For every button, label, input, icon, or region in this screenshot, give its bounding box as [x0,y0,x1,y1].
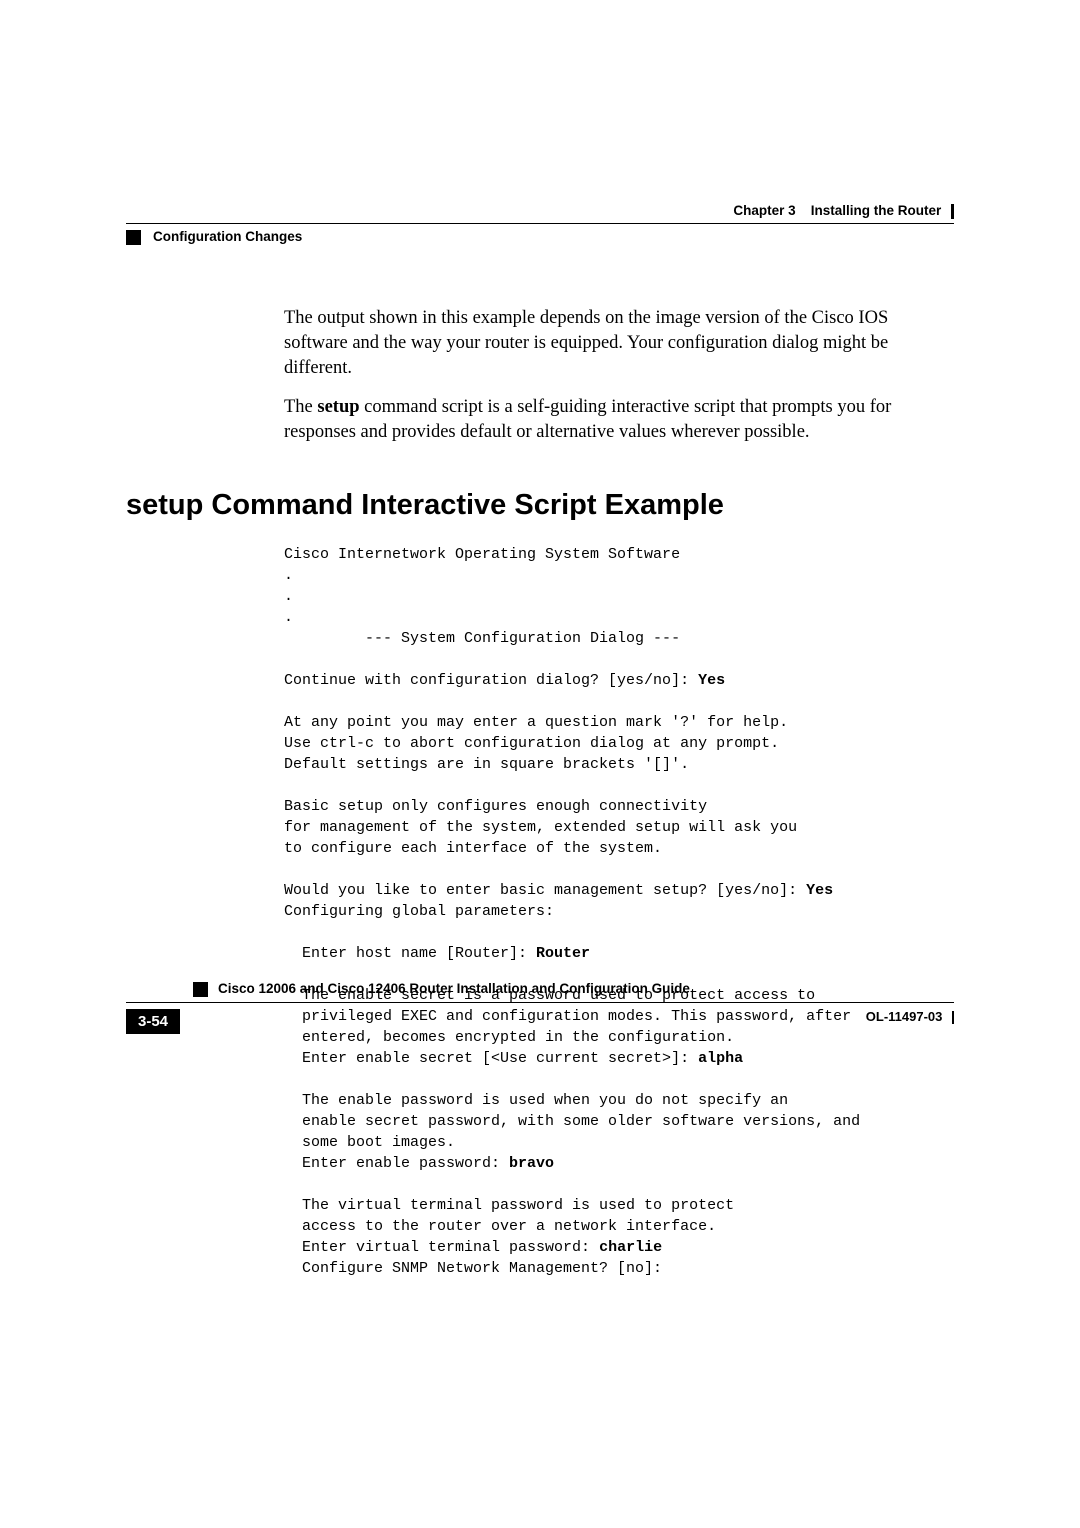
header-rule [126,223,954,224]
header-right: Chapter 3 Installing the Router [733,203,954,219]
doc-reference: OL-11497-03 [866,1009,954,1024]
paragraph-1: The output shown in this example depends… [284,306,954,381]
page-footer: Cisco 12006 and Cisco 12406 Router Insta… [126,980,954,1034]
chapter-label: Chapter 3 [733,203,795,218]
chapter-title: Installing the Router [811,203,942,218]
setup-keyword: setup [317,397,359,417]
footer-square-icon [193,982,208,997]
footer-tick-icon [952,1011,954,1024]
footer-rule [126,1002,954,1003]
header-tick-icon [951,204,954,219]
body-text: The output shown in this example depends… [284,306,954,445]
paragraph-2: The setup command script is a self-guidi… [284,395,954,445]
header-square-icon [126,230,141,245]
footer-title: Cisco 12006 and Cisco 12406 Router Insta… [218,981,690,996]
page-header: Chapter 3 Installing the Router Configur… [126,203,954,246]
code-example: Cisco Internetwork Operating System Soft… [284,544,954,1279]
document-page: Chapter 3 Installing the Router Configur… [0,0,1080,1339]
section-label: Configuration Changes [153,229,302,244]
page-number: 3-54 [126,1009,180,1034]
section-heading: setup Command Interactive Script Example [126,489,954,522]
